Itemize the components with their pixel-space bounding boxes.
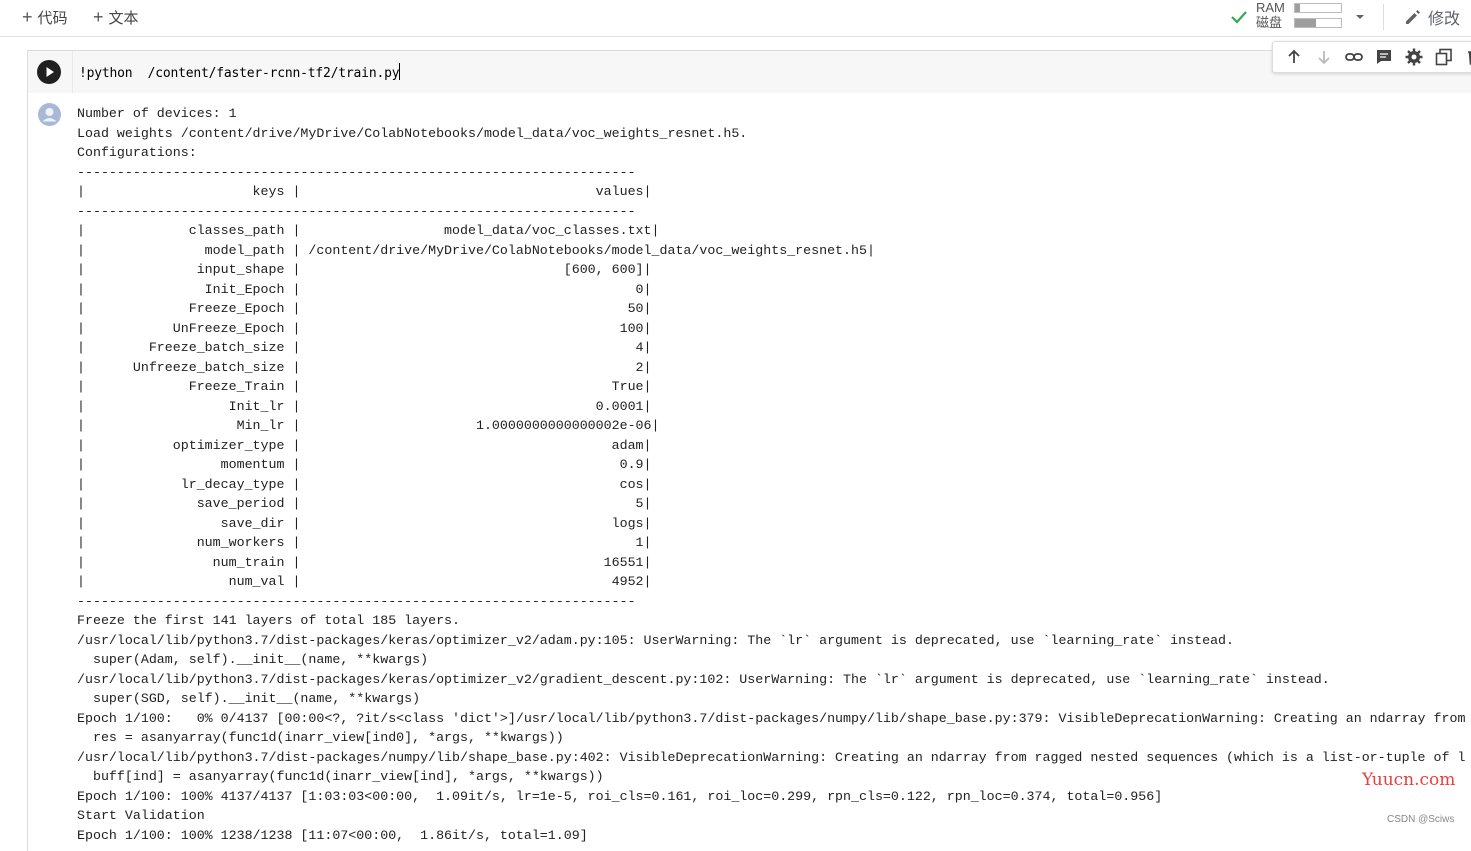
output-line: | Min_lr | 1.0000000000000002e-06|	[77, 418, 660, 433]
resource-monitor[interactable]: RAM 磁盘	[1256, 0, 1285, 30]
output-line: | Init_lr | 0.0001|	[77, 398, 652, 414]
output-line: | save_period | 5|	[77, 496, 652, 511]
top-toolbar: + 代码 + 文本 RAM 磁盘 修改	[0, 0, 1471, 37]
output-line: ----------------------------------------…	[77, 593, 636, 609]
delete-icon[interactable]	[1459, 43, 1471, 71]
ram-usage-fill	[1295, 4, 1300, 12]
arrow-down-icon[interactable]	[1309, 43, 1339, 71]
code-content: !python /content/faster-rcnn-tf2/train.p…	[79, 66, 400, 81]
output-line: | lr_decay_type | cos|	[77, 476, 652, 492]
output-line: | momentum | 0.9|	[77, 457, 652, 472]
output-line: | num_val | 4952|	[77, 574, 652, 589]
output-line: buff[ind] = asanyarray(func1d(inarr_view…	[77, 769, 604, 784]
output-line: | Init_Epoch | 0|	[77, 281, 652, 297]
output-line: Configurations:	[77, 145, 197, 160]
output-line: | Freeze_Train | True|	[77, 379, 652, 394]
play-icon	[37, 60, 61, 84]
output-line: | UnFreeze_Epoch | 100|	[77, 320, 652, 336]
output-line: | classes_path | model_data/voc_classes.…	[77, 223, 660, 238]
output-line: /usr/local/lib/python3.7/dist-packages/k…	[77, 671, 1330, 687]
output-line: Epoch 1/100: 100% 4137/4137 [1:03:03<00:…	[77, 788, 1163, 804]
add-text-button[interactable]: + 文本	[93, 6, 139, 28]
watermark-credit: CSDN @Sciws	[1387, 814, 1455, 825]
output-line: Load weights /content/drive/MyDrive/Cola…	[77, 125, 748, 141]
pencil-icon	[1406, 10, 1420, 24]
comment-icon[interactable]	[1369, 43, 1399, 71]
output-avatar-icon[interactable]	[38, 103, 61, 131]
ram-label: RAM	[1256, 0, 1285, 15]
cell-toolbar	[1272, 41, 1471, 73]
disk-usage-fill	[1295, 19, 1316, 27]
output-line: Epoch 1/100: 0% 0/4137 [00:00<?, ?it/s<c…	[77, 710, 1466, 726]
output-line: | Freeze_Epoch | 50|	[77, 301, 652, 316]
gutter-divider	[72, 51, 73, 93]
output-line: | model_path | /content/drive/MyDrive/Co…	[77, 242, 875, 258]
output-line: Epoch 1/100: 100% 1238/1238 [11:07<00:00…	[77, 827, 588, 843]
output-line: super(Adam, self).__init__(name, **kwarg…	[77, 652, 429, 667]
code-line[interactable]: !python /content/faster-rcnn-tf2/train.p…	[79, 63, 401, 81]
mirror-cell-icon[interactable]	[1429, 43, 1459, 71]
gear-icon[interactable]	[1399, 43, 1429, 71]
add-text-label: 文本	[108, 9, 139, 27]
output-line: /usr/local/lib/python3.7/dist-packages/n…	[77, 749, 1466, 765]
output-line: | keys | values|	[77, 184, 652, 199]
output-line: | optimizer_type | adam|	[77, 437, 652, 453]
output-line: Start Validation	[77, 808, 205, 823]
resource-bars[interactable]	[1294, 3, 1342, 33]
toolbar-divider	[1383, 4, 1384, 30]
add-code-button[interactable]: + 代码	[22, 6, 68, 28]
output-line: ----------------------------------------…	[77, 164, 636, 180]
edit-button[interactable]: 修改	[1404, 5, 1460, 29]
output-line: ----------------------------------------…	[77, 203, 636, 219]
connected-check-icon	[1229, 7, 1249, 32]
output-line: res = asanyarray(func1d(inarr_view[ind0]…	[77, 730, 564, 745]
output-line: /usr/local/lib/python3.7/dist-packages/k…	[77, 632, 1235, 648]
output-line: | Freeze_batch_size | 4|	[77, 340, 652, 355]
output-line: | num_workers | 1|	[77, 535, 652, 550]
disk-usage-bar	[1294, 18, 1342, 28]
disk-label: 磁盘	[1256, 15, 1283, 30]
output-line: | save_dir | logs|	[77, 515, 652, 531]
edit-label: 修改	[1428, 11, 1461, 28]
plus-icon: +	[93, 7, 104, 27]
arrow-up-icon[interactable]	[1279, 43, 1309, 71]
text-cursor	[399, 63, 401, 80]
add-code-label: 代码	[37, 9, 68, 27]
ram-usage-bar	[1294, 3, 1342, 13]
output-line: | num_train | 16551|	[77, 554, 652, 570]
output-line: | input_shape | [600, 600]|	[77, 262, 652, 277]
output-line: super(SGD, self).__init__(name, **kwargs…	[77, 691, 421, 706]
output-line: Number of devices: 1	[77, 106, 237, 121]
cell-output: Number of devices: 1 Load weights /conten…	[77, 104, 1465, 845]
run-cell-button[interactable]	[37, 60, 61, 89]
plus-icon: +	[22, 7, 33, 27]
watermark-site: Yuucn.com	[1362, 770, 1456, 790]
output-line: | Unfreeze_batch_size | 2|	[77, 359, 652, 375]
chevron-down-icon[interactable]	[1354, 10, 1366, 28]
link-icon[interactable]	[1339, 43, 1369, 71]
output-line: Freeze the first 141 layers of total 185…	[77, 613, 461, 628]
